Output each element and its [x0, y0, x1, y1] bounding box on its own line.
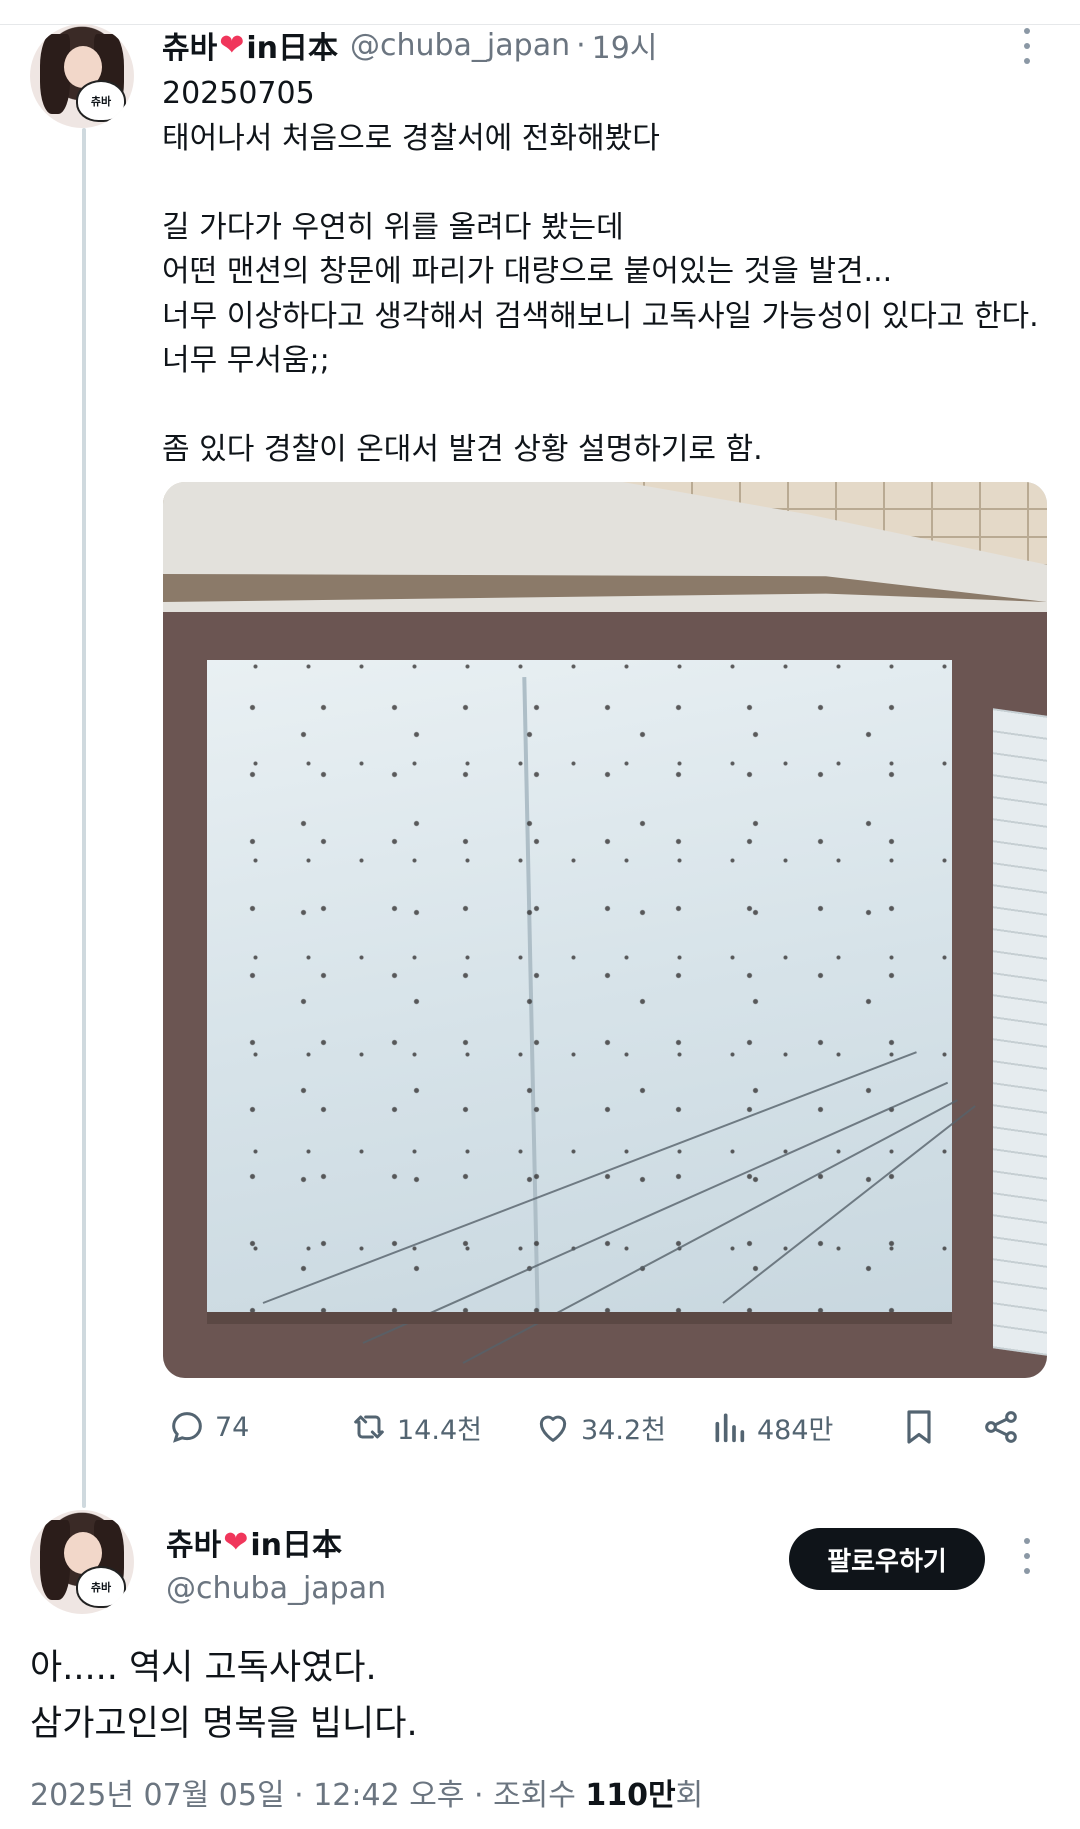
share-icon [985, 1411, 1017, 1443]
reply-header: 츄바 ❤ in日本 @chuba_japan [166, 1520, 386, 1610]
post-text: 20250705 태어나서 처음으로 경찰서에 전화해봤다 길 가다가 우연히 … [162, 76, 1039, 467]
reply-icon [172, 1412, 202, 1443]
views-label: 조회수 [493, 1778, 576, 1813]
display-name[interactable]: 츄바 [166, 1520, 221, 1564]
user-handle[interactable]: @chuba_japan [350, 28, 570, 63]
post-meta: 2025년 07월 05일 · 12:42 오후 · 조회수 110만회 [30, 1770, 703, 1814]
reply-button[interactable]: 74 [167, 1402, 249, 1452]
follow-button[interactable]: 팔로우하기 [789, 1528, 985, 1590]
separator-dot: · [294, 1778, 304, 1813]
heart-icon [539, 1415, 567, 1442]
action-bar: 74 14.4천 34.2천 484만 [163, 1402, 1043, 1452]
like-button[interactable]: 34.2천 [533, 1402, 666, 1452]
user-handle[interactable]: @chuba_japan [166, 1566, 386, 1610]
views-button[interactable]: 484만 [709, 1402, 833, 1452]
more-options-icon[interactable] [1022, 1538, 1032, 1574]
separator-dot: · [473, 1778, 484, 1813]
heart-emoji: ❤ [223, 1524, 249, 1560]
display-name-suffix[interactable]: in日本 [246, 23, 338, 67]
avatar-badge: 츄바 [76, 80, 126, 122]
repost-icon [354, 1415, 384, 1439]
image-side-window [993, 708, 1047, 1356]
share-button[interactable] [981, 1402, 1021, 1452]
avatar[interactable]: 츄바 [30, 24, 134, 128]
reply-name-row: 츄바 ❤ in日本 [166, 1520, 386, 1564]
repost-count: 14.4천 [397, 1414, 482, 1446]
post-date[interactable]: 2025년 07월 05일 [30, 1778, 285, 1813]
image-flies [207, 660, 952, 1320]
bookmark-button[interactable] [899, 1402, 939, 1452]
more-options-icon[interactable] [1022, 28, 1032, 64]
views-suffix: 회 [675, 1778, 704, 1813]
reply-text: 아..... 역시 고독사였다. 삼가고인의 명복을 빕니다. [30, 1648, 418, 1744]
post-clock-time[interactable]: 12:42 오후 [313, 1778, 464, 1813]
thread-line [82, 128, 86, 1508]
like-count: 34.2천 [581, 1414, 666, 1446]
avatar[interactable]: 츄바 [30, 1510, 134, 1614]
reply-count: 74 [215, 1411, 250, 1443]
display-name[interactable]: 츄바 [162, 23, 217, 67]
image-window-sill [207, 1312, 952, 1324]
separator-dot: · [576, 27, 586, 63]
post-time[interactable]: 19시 [592, 23, 658, 67]
post-header: 츄바 ❤ in日本 @chuba_japan · 19시 [162, 22, 657, 68]
heart-emoji: ❤ [219, 27, 245, 63]
post-image[interactable] [163, 482, 1047, 1378]
analytics-icon [715, 1413, 745, 1443]
bookmark-icon [907, 1410, 931, 1444]
repost-button[interactable]: 14.4천 [349, 1402, 482, 1452]
views-total: 110만 [585, 1778, 676, 1813]
display-name-suffix[interactable]: in日本 [250, 1520, 342, 1564]
avatar-badge: 츄바 [76, 1566, 126, 1608]
views-count: 484만 [757, 1414, 834, 1446]
